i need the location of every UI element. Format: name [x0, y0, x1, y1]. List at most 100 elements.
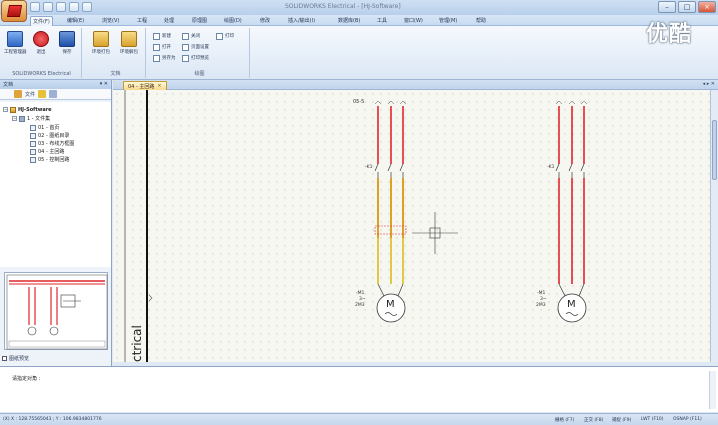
app-window: SOLIDWORKS Electrical - [HJ-Software] – …: [0, 0, 718, 425]
tab-manage[interactable]: 管理(M): [437, 16, 459, 26]
tab-import-export[interactable]: 插入/输出(I): [286, 16, 317, 26]
preview-checkbox[interactable]: [2, 355, 7, 361]
book-icon: [19, 115, 25, 122]
tree-item[interactable]: 03 - 布线方框图: [30, 140, 74, 147]
open-drawing-button[interactable]: 打开: [153, 43, 171, 51]
tab-tools[interactable]: 工具: [375, 16, 389, 26]
window-controls: – □ ×: [658, 1, 716, 13]
ribbon-group-label: 绘图: [194, 71, 205, 77]
save-button[interactable]: 保存: [56, 30, 78, 64]
collapse-icon[interactable]: −: [12, 116, 17, 121]
tree-item-label: 04 - 主回路: [38, 149, 65, 155]
tab-project[interactable]: 工程: [135, 16, 149, 26]
lineweight-toggle[interactable]: LWT (F10): [641, 417, 664, 422]
left-contactor-label: -K1: [365, 164, 373, 170]
qat-open-icon[interactable]: [43, 2, 53, 12]
tab-modify[interactable]: 修改: [258, 16, 272, 26]
print-button[interactable]: 打印: [216, 32, 234, 40]
tree-item[interactable]: 02 - 图纸目录: [30, 132, 69, 139]
qat-undo-icon[interactable]: [69, 2, 79, 12]
application-menu-button[interactable]: [1, 0, 27, 22]
tree-root-label: HJ-Software: [18, 106, 52, 113]
unpack-environment-button[interactable]: 环境解包: [118, 30, 140, 64]
drawing-preview[interactable]: [4, 272, 108, 350]
sheet-ref-label: 05-5: [353, 99, 364, 105]
files-tab-label[interactable]: 文件: [25, 91, 35, 98]
tree-book[interactable]: − 1 - 文件集: [12, 115, 50, 122]
tab-edit[interactable]: 编辑(E): [65, 16, 86, 26]
tab-view[interactable]: 浏览(V): [100, 16, 121, 26]
project-icon: [10, 106, 16, 113]
page-setup-button[interactable]: 页面设置: [182, 43, 209, 51]
command-scrollbar[interactable]: [709, 371, 716, 409]
new-drawing-button[interactable]: 新建: [153, 32, 171, 40]
panel-title-label: 文档: [3, 82, 14, 88]
print-preview-icon: [182, 54, 189, 62]
tab-main-circuit[interactable]: 04 - 主回路 ×: [123, 81, 167, 90]
ribbon-tab-bar: 文件(F) 编辑(E) 浏览(V) 工程 处理 原理图 绘图(D) 修改 插入/…: [0, 15, 718, 26]
schematic-drawing: ctrical 05-5 -K1 M -M1 3~ 2M3 -K1 M -M1 …: [124, 90, 588, 362]
collapse-icon[interactable]: −: [3, 107, 8, 112]
favorites-star-icon[interactable]: [38, 90, 47, 98]
tree-item-label: 03 - 布线方框图: [38, 141, 75, 147]
tree-root[interactable]: − HJ-Software: [3, 106, 52, 113]
print-preview-button[interactable]: 打印预览: [182, 54, 209, 62]
snap-toggle[interactable]: 捕捉 (F9): [612, 417, 631, 423]
filter-icon[interactable]: [49, 90, 58, 98]
qat-new-icon[interactable]: [30, 2, 40, 12]
tab-nav-arrows[interactable]: ◂ ▸ ✕: [703, 81, 715, 87]
title-block-text: ctrical: [130, 325, 144, 362]
print-label: 打印: [225, 34, 234, 39]
print-preview-label: 打印预览: [191, 56, 209, 61]
close-button[interactable]: ×: [698, 1, 716, 13]
tab-window[interactable]: 窗口(W): [402, 16, 425, 26]
page-setup-icon: [182, 43, 189, 51]
youku-watermark: 优酷: [646, 22, 693, 47]
tree-item-label: 02 - 图纸目录: [38, 133, 70, 139]
qat-save-icon[interactable]: [56, 2, 66, 12]
save-as-icon: [153, 54, 160, 62]
quick-access-toolbar: [30, 2, 92, 13]
document-tab-bar: 04 - 主回路 × ◂ ▸ ✕: [113, 80, 718, 90]
drawing-icon: [30, 124, 36, 131]
tab-help[interactable]: 帮助: [474, 16, 488, 26]
close-drawing-button[interactable]: 关闭: [182, 32, 200, 40]
left-motor-poles: 3~: [359, 296, 366, 302]
tab-draw[interactable]: 绘图(D): [222, 16, 244, 26]
right-circuit: -K1 M -M1 3~ 2M3: [536, 100, 588, 323]
unpack-folder-icon: [121, 31, 137, 47]
tree-item[interactable]: 01 - 首页: [30, 124, 59, 131]
minimize-button[interactable]: –: [658, 1, 676, 13]
scrollbar-thumb[interactable]: [712, 120, 717, 180]
ribbon-group-drawing: 新建 打开 另存为 关闭 页面设置 打印预览 打印 绘图: [150, 28, 250, 78]
drawing-canvas[interactable]: ctrical 05-5 -K1 M -M1 3~ 2M3 -K1 M -M1 …: [113, 90, 710, 362]
tab-schematic[interactable]: 原理图: [190, 16, 209, 26]
schematic-icon: [30, 148, 36, 155]
osnap-toggle[interactable]: OSNAP (F11): [673, 417, 702, 422]
documents-panel: 文档 ▾ ✕ 文件 − HJ-Software − 1 - 文件集 01 - 首…: [0, 80, 112, 370]
save-label: 保存: [62, 50, 72, 55]
command-window[interactable]: 请指定对角 :: [0, 366, 718, 412]
project-manager-button[interactable]: 工程管理器: [4, 30, 27, 64]
project-manager-label: 工程管理器: [4, 50, 27, 55]
tab-file[interactable]: 文件(F): [30, 16, 53, 26]
tree-item[interactable]: 04 - 主回路: [30, 148, 64, 155]
pack-environment-button[interactable]: 环境打包: [90, 30, 112, 64]
close-tab-icon[interactable]: ×: [157, 83, 161, 89]
tree-item[interactable]: 05 - 控制回路: [30, 156, 69, 163]
tab-process[interactable]: 处理: [162, 16, 176, 26]
preview-toggle[interactable]: 图纸预览: [2, 354, 29, 362]
grid-toggle[interactable]: 栅格 (F7): [555, 417, 574, 423]
vertical-scrollbar[interactable]: [710, 90, 718, 362]
qat-redo-icon[interactable]: [82, 2, 92, 12]
files-tab-icon[interactable]: [14, 90, 22, 98]
pin-icon[interactable]: ▾ ✕: [100, 81, 108, 87]
tree-item-label: 05 - 控制回路: [38, 157, 70, 163]
exit-button[interactable]: 退出: [30, 30, 52, 64]
maximize-button[interactable]: □: [678, 1, 696, 13]
left-motor-letter: M: [386, 299, 395, 310]
ortho-toggle[interactable]: 正交 (F8): [584, 417, 603, 423]
pack-environment-label: 环境打包: [92, 50, 110, 55]
save-as-button[interactable]: 另存为: [153, 54, 176, 62]
tab-database[interactable]: 数据库(B): [336, 16, 362, 26]
